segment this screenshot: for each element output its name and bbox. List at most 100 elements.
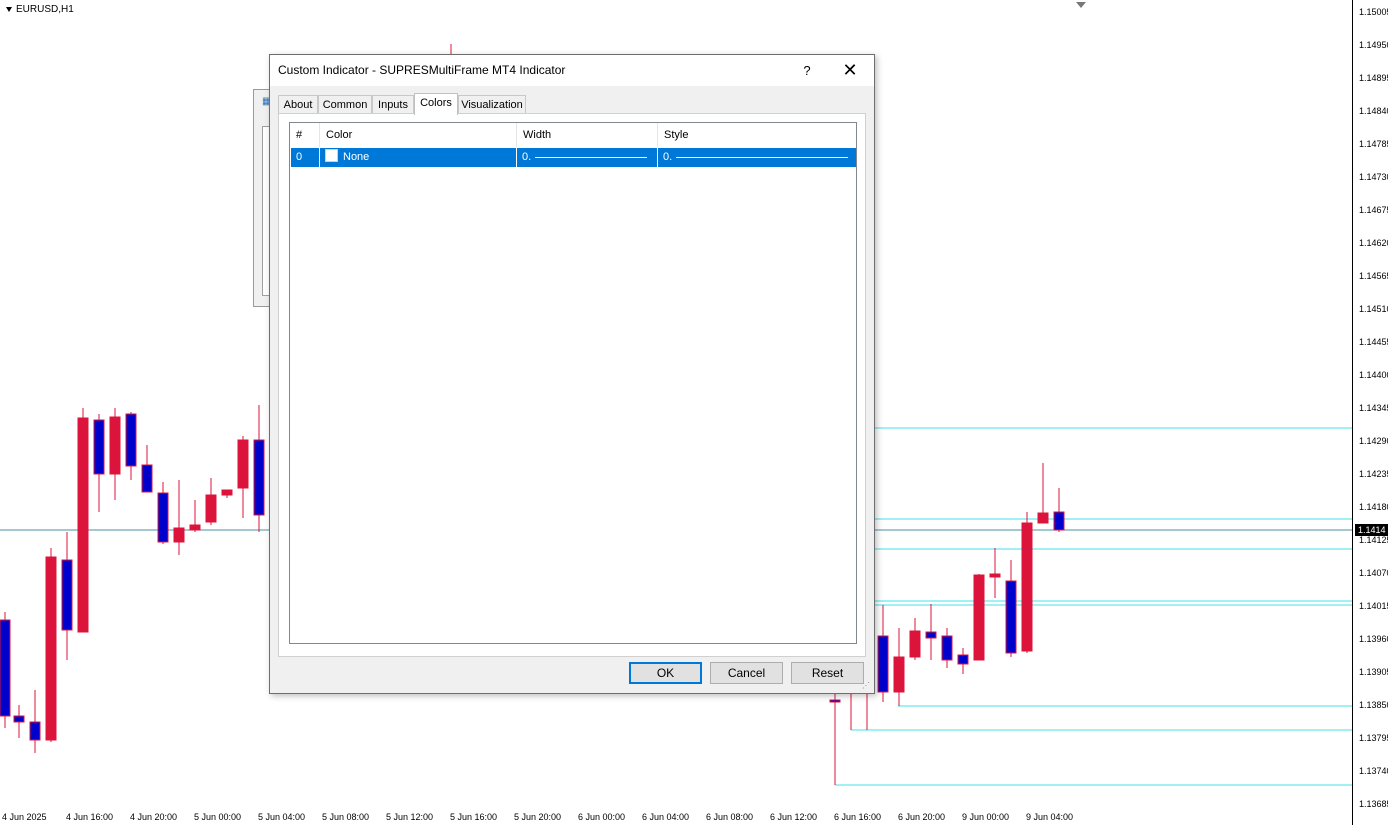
row-color-cell[interactable]: None <box>320 148 517 167</box>
dropdown-triangle-icon[interactable] <box>6 7 12 12</box>
time-label: 5 Jun 16:00 <box>450 812 498 822</box>
price-label: 1.13740 <box>1359 766 1388 776</box>
row-style-cell[interactable]: 0. <box>658 148 856 167</box>
candle-body <box>109 416 121 475</box>
candle-body <box>925 631 937 639</box>
candle-body <box>909 630 921 658</box>
symbol-label: EURUSD,H1 <box>6 4 74 15</box>
resize-grip-icon[interactable]: ⋰ <box>862 681 870 690</box>
time-label: 9 Jun 00:00 <box>962 812 1010 822</box>
column-header-width[interactable]: Width <box>517 123 658 147</box>
current-price-badge: 1.1414 <box>1355 524 1388 536</box>
candle-body <box>893 656 905 693</box>
list-row-selected[interactable]: 0 None 0. 0. <box>291 148 856 167</box>
price-label: 1.14290 <box>1359 436 1388 446</box>
price-label: 1.14070 <box>1359 568 1388 578</box>
candle-body <box>1053 511 1065 531</box>
time-label: 6 Jun 00:00 <box>578 812 626 822</box>
time-label: 4 Jun 2025 <box>2 812 47 822</box>
column-header-style[interactable]: Style <box>658 123 856 147</box>
row-color-text: None <box>343 151 370 163</box>
price-label: 1.14785 <box>1359 139 1388 149</box>
column-header-num[interactable]: # <box>290 123 320 147</box>
time-label: 9 Jun 04:00 <box>1026 812 1074 822</box>
price-label: 1.14455 <box>1359 337 1388 347</box>
time-label: 4 Jun 20:00 <box>130 812 178 822</box>
price-label: 1.14180 <box>1359 502 1388 512</box>
time-label: 5 Jun 20:00 <box>514 812 562 822</box>
time-label: 6 Jun 16:00 <box>834 812 882 822</box>
price-label: 1.14235 <box>1359 469 1388 479</box>
candle-body <box>973 574 985 661</box>
color-swatch-icon <box>325 149 338 162</box>
candle-body <box>93 419 105 475</box>
dialog-titlebar[interactable]: Custom Indicator - SUPRESMultiFrame MT4 … <box>270 55 874 86</box>
price-label: 1.13795 <box>1359 733 1388 743</box>
row-style-text: 0. <box>663 151 673 163</box>
tab-visualization[interactable]: Visualization <box>458 95 526 114</box>
list-header: # Color Width Style <box>290 123 856 147</box>
price-label: 1.13850 <box>1359 700 1388 710</box>
price-label: 1.13905 <box>1359 667 1388 677</box>
width-line-sample <box>535 157 647 158</box>
tab-inputs[interactable]: Inputs <box>372 95 414 114</box>
candle-body <box>221 489 233 496</box>
time-label: 5 Jun 04:00 <box>258 812 306 822</box>
time-label: 5 Jun 08:00 <box>322 812 370 822</box>
candle-body <box>1021 522 1033 652</box>
candle-body <box>157 492 169 543</box>
price-label: 1.14675 <box>1359 205 1388 215</box>
candle-body <box>77 417 89 633</box>
colors-list[interactable]: # Color Width Style 0 None 0. 0. <box>289 122 857 644</box>
candle-body <box>45 556 57 741</box>
time-label: 4 Jun 16:00 <box>66 812 114 822</box>
price-label: 1.13685 <box>1359 799 1388 809</box>
row-width-cell[interactable]: 0. <box>517 148 658 167</box>
candle-body <box>205 494 217 523</box>
price-label: 1.13960 <box>1359 634 1388 644</box>
time-label: 6 Jun 08:00 <box>706 812 754 822</box>
candle-body <box>237 439 249 489</box>
candle-body <box>141 464 153 493</box>
candle-body <box>941 635 953 661</box>
tab-colors[interactable]: Colors <box>414 93 458 115</box>
time-label: 6 Jun 04:00 <box>642 812 690 822</box>
price-label: 1.14565 <box>1359 271 1388 281</box>
candle-body <box>253 439 265 516</box>
close-button[interactable]: ✕ <box>832 55 868 85</box>
dialog-title: Custom Indicator - SUPRESMultiFrame MT4 … <box>278 63 566 77</box>
custom-indicator-dialog: Custom Indicator - SUPRESMultiFrame MT4 … <box>269 54 875 694</box>
time-label: 6 Jun 20:00 <box>898 812 946 822</box>
column-header-color[interactable]: Color <box>320 123 517 147</box>
price-axis: 1.13685 1.13740 1.13795 1.13850 1.13905 1.139… <box>1352 0 1388 825</box>
candle-body <box>29 721 41 741</box>
time-label: 5 Jun 00:00 <box>194 812 242 822</box>
price-label: 1.14510 <box>1359 304 1388 314</box>
candle-body <box>125 413 137 467</box>
time-label: 6 Jun 12:00 <box>770 812 818 822</box>
price-label: 1.14125 <box>1359 535 1388 545</box>
price-label: 1.15005 <box>1359 7 1388 17</box>
candle-body <box>13 715 25 723</box>
candle-body <box>829 699 841 703</box>
price-label: 1.14840 <box>1359 106 1388 116</box>
candle-body <box>877 635 889 693</box>
price-label: 1.14895 <box>1359 73 1388 83</box>
help-button[interactable]: ? <box>792 55 822 85</box>
tab-common[interactable]: Common <box>318 95 372 114</box>
candle-body <box>61 559 73 631</box>
candle-body <box>957 654 969 665</box>
time-label: 5 Jun 12:00 <box>386 812 434 822</box>
ok-button[interactable]: OK <box>629 662 702 684</box>
style-line-sample <box>676 157 848 158</box>
candle-body <box>189 524 201 531</box>
reset-button[interactable]: Reset <box>791 662 864 684</box>
row-width-text: 0. <box>522 151 532 163</box>
tab-about[interactable]: About <box>278 95 318 114</box>
price-label: 1.14620 <box>1359 238 1388 248</box>
chart-shift-icon[interactable] <box>1076 2 1086 8</box>
price-label: 1.14730 <box>1359 172 1388 182</box>
symbol-text: EURUSD,H1 <box>16 4 74 15</box>
price-label: 1.14400 <box>1359 370 1388 380</box>
cancel-button[interactable]: Cancel <box>710 662 783 684</box>
